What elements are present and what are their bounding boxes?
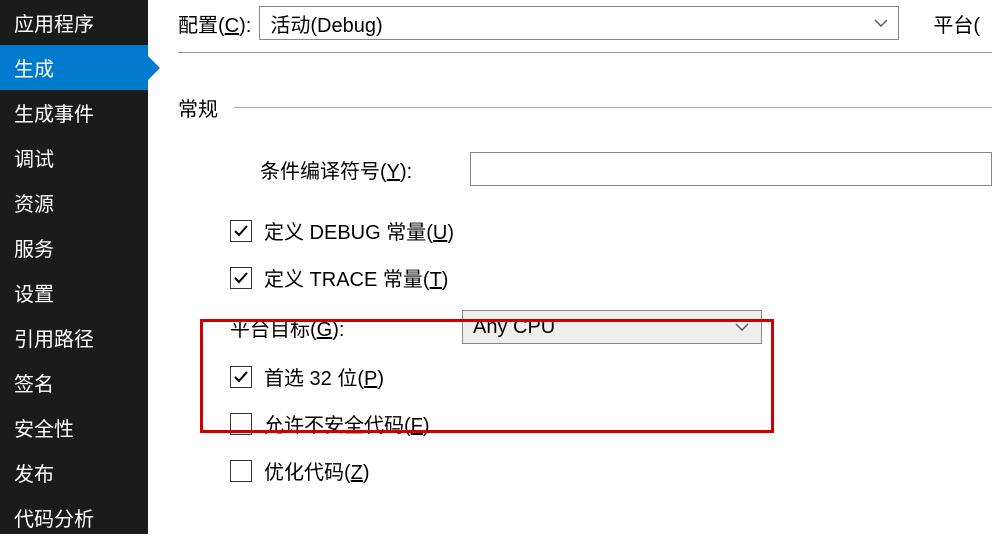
sidebar-item-label: 发布	[14, 464, 54, 486]
platform-target-select[interactable]: Any CPU	[462, 310, 762, 344]
section-title: 常规	[178, 93, 218, 122]
prefer-32bit-row[interactable]: 首选 32 位(P)	[178, 362, 992, 391]
sidebar-item-reference-paths[interactable]: 引用路径	[0, 315, 148, 360]
sidebar-item-label: 安全性	[14, 419, 74, 441]
chevron-down-icon	[735, 322, 749, 332]
sidebar-item-security[interactable]: 安全性	[0, 405, 148, 450]
platform-target-value: Any CPU	[473, 316, 555, 339]
section-divider	[234, 107, 992, 108]
define-trace-label: 定义 TRACE 常量(T)	[264, 263, 448, 292]
sidebar-item-label: 资源	[14, 194, 54, 216]
general-section: 常规 条件编译符号(Y): 定义 DEBUG 常量(U) 定义 TRACE 常量…	[178, 93, 992, 485]
allow-unsafe-checkbox[interactable]	[230, 413, 252, 435]
prefer-32bit-label: 首选 32 位(P)	[264, 362, 384, 391]
sidebar-item-label: 签名	[14, 374, 54, 396]
top-config-row: 配置(C): 活动(Debug) 平台(	[178, 0, 992, 53]
sidebar-item-build-events[interactable]: 生成事件	[0, 90, 148, 135]
sidebar-item-settings[interactable]: 设置	[0, 270, 148, 315]
sidebar-item-signing[interactable]: 签名	[0, 360, 148, 405]
define-debug-label: 定义 DEBUG 常量(U)	[264, 216, 454, 245]
sidebar-item-label: 生成事件	[14, 104, 94, 126]
sidebar-item-label: 引用路径	[14, 329, 94, 351]
configuration-select[interactable]: 活动(Debug)	[259, 6, 899, 40]
sidebar-item-publish[interactable]: 发布	[0, 450, 148, 495]
platform-target-row: 平台目标(G): Any CPU	[178, 310, 992, 344]
optimize-code-checkbox[interactable]	[230, 460, 252, 482]
configuration-value: 活动(Debug)	[270, 9, 382, 38]
sidebar-item-label: 设置	[14, 284, 54, 306]
platform-target-label: 平台目标(G):	[230, 313, 462, 342]
sidebar-item-services[interactable]: 服务	[0, 225, 148, 270]
sidebar-item-code-analysis[interactable]: 代码分析	[0, 495, 148, 540]
define-trace-checkbox[interactable]	[230, 267, 252, 289]
conditional-symbols-input[interactable]	[470, 152, 992, 186]
allow-unsafe-label: 允许不安全代码(F)	[264, 409, 430, 438]
sidebar-item-build[interactable]: 生成	[0, 45, 148, 90]
platform-label: 平台(	[933, 9, 980, 38]
define-debug-checkbox[interactable]	[230, 220, 252, 242]
optimize-code-label: 优化代码(Z)	[264, 456, 370, 485]
define-trace-row[interactable]: 定义 TRACE 常量(T)	[178, 263, 992, 292]
sidebar-item-label: 服务	[14, 239, 54, 261]
sidebar-item-resources[interactable]: 资源	[0, 180, 148, 225]
chevron-down-icon	[874, 18, 888, 28]
conditional-symbols-row: 条件编译符号(Y):	[178, 152, 992, 186]
prefer-32bit-checkbox[interactable]	[230, 366, 252, 388]
sidebar-item-label: 生成	[14, 59, 54, 81]
define-debug-row[interactable]: 定义 DEBUG 常量(U)	[178, 216, 992, 245]
section-header: 常规	[178, 93, 992, 122]
main-panel: 配置(C): 活动(Debug) 平台( 常规 条件编译符号(Y): 定义	[148, 0, 992, 534]
allow-unsafe-row[interactable]: 允许不安全代码(F)	[178, 409, 992, 438]
sidebar-item-application[interactable]: 应用程序	[0, 0, 148, 45]
configuration-label: 配置(C):	[178, 9, 251, 38]
sidebar: 应用程序 生成 生成事件 调试 资源 服务 设置 引用路径 签名 安全性 发布 …	[0, 0, 148, 534]
sidebar-item-debug[interactable]: 调试	[0, 135, 148, 180]
sidebar-item-label: 代码分析	[14, 509, 94, 531]
sidebar-item-label: 调试	[14, 149, 54, 171]
conditional-symbols-label: 条件编译符号(Y):	[260, 155, 470, 184]
optimize-code-row[interactable]: 优化代码(Z)	[178, 456, 992, 485]
sidebar-item-label: 应用程序	[14, 14, 94, 36]
